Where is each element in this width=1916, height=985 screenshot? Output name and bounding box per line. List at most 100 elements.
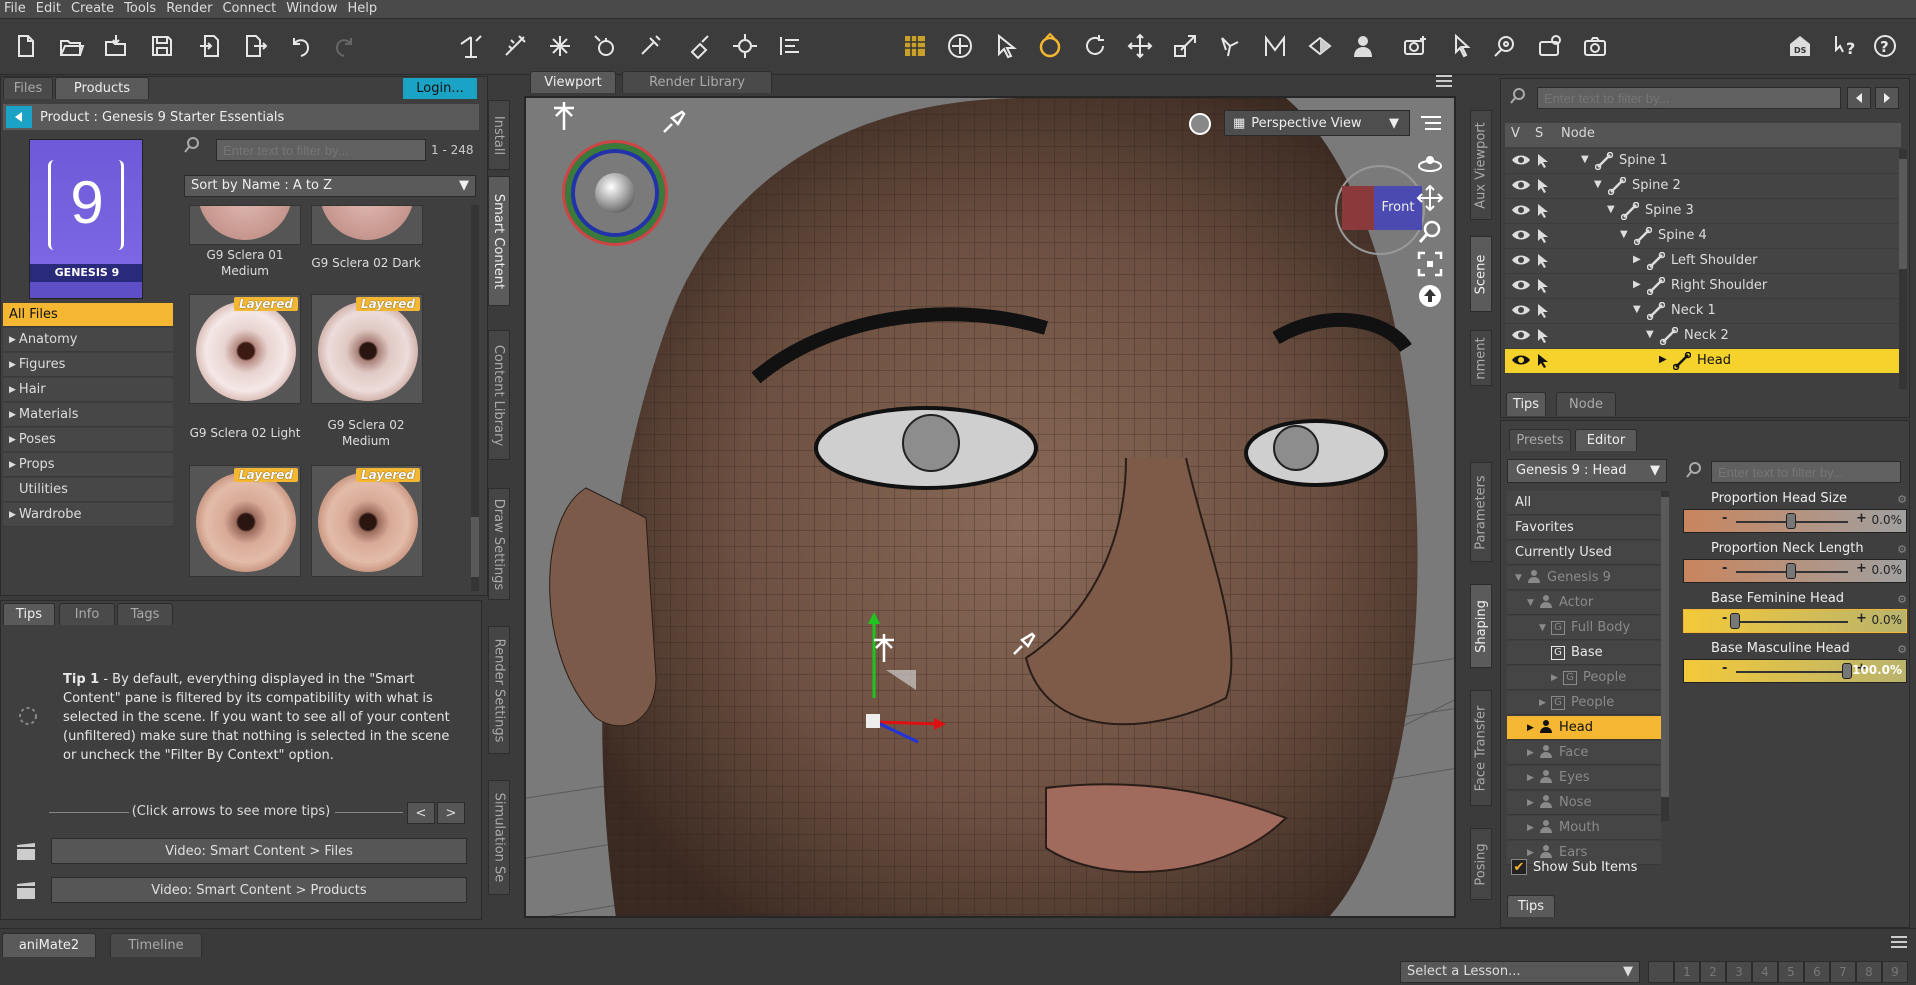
point-light-icon[interactable] (590, 31, 620, 61)
eye-icon[interactable] (1511, 253, 1531, 271)
camera-rotate-widget[interactable] (562, 140, 668, 246)
pane-menu-icon[interactable] (1890, 935, 1908, 951)
tab-info[interactable]: Info (59, 603, 115, 625)
menu-connect[interactable]: Connect (218, 0, 282, 16)
vtab-content-library[interactable]: Content Library (488, 330, 510, 460)
camera-add-icon[interactable] (1400, 31, 1430, 61)
tab-tags[interactable]: Tags (117, 603, 173, 625)
pan-icon[interactable] (1416, 184, 1444, 212)
drawstyle-icon[interactable] (1186, 110, 1216, 140)
category-figures[interactable]: ▶ Figures (3, 353, 173, 377)
category-wardrobe[interactable]: ▶ Wardrobe (3, 503, 173, 527)
increment-icon[interactable]: + (1856, 611, 1867, 626)
frame-icon[interactable] (1416, 250, 1444, 278)
menu-create[interactable]: Create (67, 0, 120, 16)
orbit-icon[interactable] (1416, 152, 1444, 176)
reset-view-icon[interactable] (1416, 282, 1444, 310)
content-thumbnail[interactable]: Layered (311, 294, 423, 404)
back-arrow-icon[interactable] (6, 106, 32, 128)
vtab-render-settings[interactable]: Render Settings (488, 626, 510, 754)
node-select-arrow-icon[interactable] (990, 31, 1020, 61)
scene-node-row[interactable]: ▼ Neck 1 (1505, 299, 1901, 324)
decrement-icon[interactable]: - (1722, 661, 1727, 676)
lesson-page-button[interactable]: 2 (1700, 961, 1726, 983)
render-settings-icon[interactable] (1490, 31, 1520, 61)
property-group-row[interactable]: ▼ Genesis 9 (1507, 566, 1661, 590)
joint-editor-icon[interactable] (1215, 31, 1245, 61)
eye-icon[interactable] (1511, 328, 1531, 346)
figure-tool-icon[interactable] (1350, 31, 1380, 61)
scene-node-row[interactable]: ▼ Neck 2 (1505, 324, 1901, 349)
expand-arrow-icon[interactable]: ▼ (1527, 598, 1539, 608)
render-gear-icon[interactable] (1535, 31, 1565, 61)
export-icon[interactable] (240, 31, 270, 61)
property-group-row[interactable]: ▼ G Full Body (1507, 616, 1661, 640)
category-anatomy[interactable]: ▶ Anatomy (3, 328, 173, 352)
decrement-icon[interactable]: - (1722, 611, 1727, 626)
expand-arrow-icon[interactable]: ▶ (1551, 673, 1563, 683)
property-group-row[interactable]: ▶ Nose (1507, 791, 1661, 815)
vtab-scene[interactable]: Scene (1470, 236, 1492, 312)
lesson-page-button[interactable]: 1 (1674, 961, 1700, 983)
expand-arrow-icon[interactable]: ▼ (1620, 229, 1628, 240)
select-arrow-icon[interactable] (1535, 277, 1553, 299)
tab-shaping-tips[interactable]: Tips (1507, 895, 1555, 917)
category-materials[interactable]: ▶ Materials (3, 403, 173, 427)
property-group-row[interactable]: Currently Used (1507, 541, 1661, 565)
active-pose-tool-icon[interactable] (1035, 31, 1065, 61)
tab-tips[interactable]: Tips (3, 603, 55, 625)
scene-scrollbar[interactable] (1899, 149, 1907, 389)
expand-arrow-icon[interactable]: ▼ (1594, 179, 1602, 190)
tab-scene-tips[interactable]: Tips (1506, 392, 1546, 416)
tab-timeline[interactable]: Timeline (110, 933, 202, 957)
shaping-node-selector[interactable]: Genesis 9 : Head ▼ (1507, 459, 1667, 483)
menu-window[interactable]: Window (282, 0, 343, 16)
col-visible[interactable]: V (1511, 126, 1520, 141)
property-value[interactable]: 100.0% (1852, 663, 1902, 677)
property-group-row[interactable]: ▶ Mouth (1507, 816, 1661, 840)
property-group-row[interactable]: ▶ G People (1507, 691, 1661, 715)
select-arrow-icon[interactable] (1535, 352, 1553, 374)
video-files-button[interactable]: Video: Smart Content > Files (51, 838, 467, 864)
col-selectable[interactable]: S (1535, 126, 1543, 141)
login-button[interactable]: Login... (403, 78, 477, 99)
universal-tool-icon[interactable] (945, 31, 975, 61)
expand-arrow-icon[interactable]: ▶ (1527, 823, 1539, 833)
translate-tool-icon[interactable] (1125, 31, 1155, 61)
increment-icon[interactable]: + (1856, 561, 1867, 576)
vtab-environment[interactable]: nment (1470, 330, 1492, 386)
scene-node-row[interactable]: ▼ Spine 1 (1505, 149, 1901, 174)
vtab-smart-content[interactable]: Smart Content (488, 176, 510, 306)
vtab-install[interactable]: Install (488, 100, 510, 170)
content-thumbnail[interactable]: Layered (189, 465, 301, 577)
expand-arrow-icon[interactable]: ▼ (1515, 573, 1527, 583)
tab-animate2[interactable]: aniMate2 (2, 933, 96, 957)
tab-editor[interactable]: Editor (1575, 429, 1637, 451)
vtab-face-transfer[interactable]: Face Transfer (1470, 690, 1492, 806)
property-value[interactable]: 0.0% (1872, 513, 1903, 527)
slider-track[interactable]: - +0.0% (1683, 609, 1907, 633)
select-arrow-icon[interactable] (1535, 327, 1553, 349)
decrement-icon[interactable]: - (1722, 511, 1727, 526)
expand-arrow-icon[interactable]: ▶ (1527, 848, 1539, 858)
daz-studio-logo-icon[interactable]: DS (1785, 31, 1815, 61)
surface-tool-icon[interactable] (1305, 31, 1335, 61)
eye-icon[interactable] (1511, 303, 1531, 321)
property-slider[interactable]: Proportion Head Size ⚙ - +0.0% (1683, 489, 1907, 537)
category-utilities[interactable]: Utilities (3, 478, 173, 502)
slider-track[interactable]: - +0.0% (1683, 559, 1907, 583)
eye-icon[interactable] (1511, 228, 1531, 246)
pose-grid-icon[interactable] (900, 31, 930, 61)
show-sub-items-toggle[interactable]: ✔ Show Sub Items (1511, 859, 1637, 875)
select-arrow-icon[interactable] (1535, 302, 1553, 324)
group-scrollbar[interactable] (1661, 491, 1669, 821)
tab-files[interactable]: Files (3, 77, 53, 99)
product-filter-input[interactable] (216, 139, 426, 161)
expand-arrow-icon[interactable]: ▶ (1633, 279, 1641, 290)
eye-icon[interactable] (1511, 203, 1531, 221)
pin-icon[interactable] (1010, 630, 1038, 658)
product-thumbnail[interactable]: 9 GENESIS 9 (29, 139, 143, 299)
align-icon[interactable] (775, 31, 805, 61)
expand-arrow-icon[interactable]: ▼ (1646, 329, 1654, 340)
property-group-row[interactable]: ▶ Eyes (1507, 766, 1661, 790)
